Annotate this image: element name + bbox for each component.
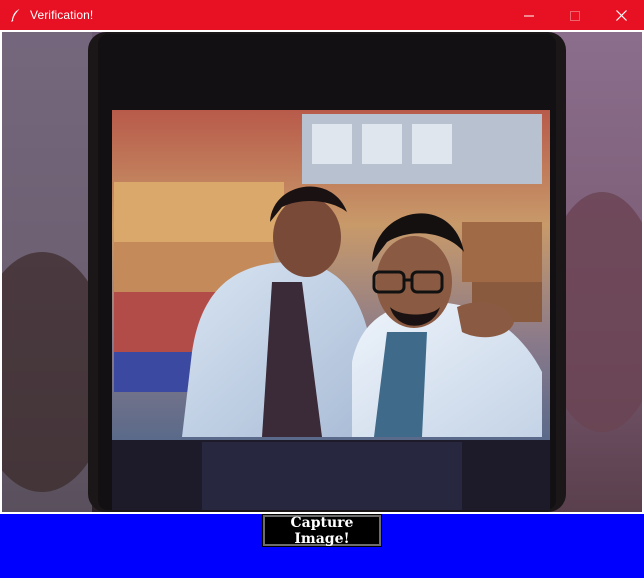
title-bar[interactable]: Verification! bbox=[0, 0, 644, 30]
camera-feed-frame bbox=[0, 30, 644, 514]
minimize-icon bbox=[524, 6, 534, 25]
capture-image-button[interactable]: Capture Image! bbox=[262, 514, 382, 547]
maximize-icon bbox=[570, 6, 580, 25]
close-button[interactable] bbox=[598, 0, 644, 30]
camera-feed bbox=[2, 32, 642, 512]
window-controls bbox=[506, 0, 644, 30]
feather-icon bbox=[8, 7, 24, 23]
close-icon bbox=[615, 6, 627, 25]
camera-preview-image bbox=[2, 32, 642, 512]
minimize-button[interactable] bbox=[506, 0, 552, 30]
window-title: Verification! bbox=[30, 8, 94, 22]
maximize-button[interactable] bbox=[552, 0, 598, 30]
